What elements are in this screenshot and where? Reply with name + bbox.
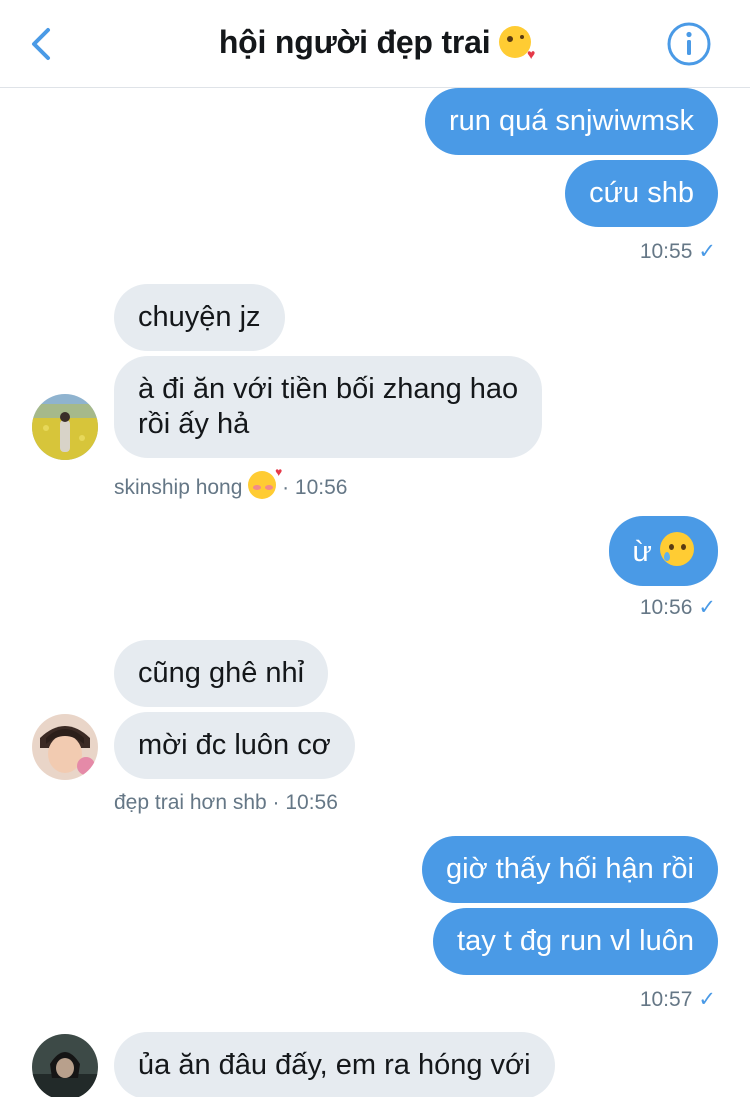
smiling-face-with-hearts-icon: [248, 465, 282, 499]
sender-avatar[interactable]: [32, 1034, 98, 1097]
read-check-icon: ✓: [698, 596, 716, 619]
message-bubble-outgoing[interactable]: cứu shb: [565, 160, 718, 227]
message-timestamp: 10:56 ✓: [640, 595, 716, 620]
timestamp-text: · 10:56: [282, 476, 348, 499]
read-check-icon: ✓: [698, 240, 716, 263]
message-line: à đi ăn với tiền bối zhang hao: [138, 373, 519, 405]
timestamp-text: 10:55: [639, 240, 693, 263]
message-bubble-incoming[interactable]: chuyện jz: [114, 284, 285, 351]
message-timestamp: 10:55 ✓: [640, 239, 716, 264]
conversation-title[interactable]: hội người đẹp trai: [0, 24, 750, 62]
timestamp-text: 10:57: [639, 988, 693, 1011]
message-sender-info: đẹp trai hơn shb · 10:56: [114, 791, 338, 815]
sender-avatar[interactable]: [32, 714, 98, 780]
message-bubble-incoming[interactable]: mời đc luôn cơ: [114, 712, 355, 779]
info-circle-icon: [667, 22, 711, 66]
sender-name: skinship hong: [114, 476, 243, 499]
message-bubble-outgoing[interactable]: run quá snjwiwmsk: [425, 88, 718, 155]
sender-avatar[interactable]: [32, 394, 98, 460]
avatar-photo-icon: [32, 714, 98, 780]
chat-header: hội người đẹp trai: [0, 0, 750, 88]
message-bubble-incoming[interactable]: ủa ăn đâu đấy, em ra hóng với: [114, 1032, 555, 1097]
avatar-photo-icon: [32, 394, 98, 460]
read-check-icon: ✓: [698, 988, 716, 1011]
kiss-emoji-icon: [499, 26, 535, 62]
info-button[interactable]: [666, 21, 712, 67]
message-bubble-outgoing[interactable]: ừ: [608, 516, 718, 586]
message-bubble-outgoing[interactable]: tay t đg run vl luôn: [433, 908, 718, 975]
sender-and-time: đẹp trai hơn shb · 10:56: [114, 791, 338, 814]
message-bubble-outgoing[interactable]: giờ thấy hối hận rồi: [422, 836, 718, 903]
crying-face-emoji-icon: [660, 532, 694, 566]
message-bubble-incoming[interactable]: cũng ghê nhỉ: [114, 640, 329, 707]
timestamp-text: 10:56: [639, 596, 693, 619]
conversation-title-text: hội người đẹp trai: [218, 24, 491, 60]
message-sender-info: skinship hong · 10:56: [114, 465, 348, 500]
message-bubble-incoming[interactable]: à đi ăn với tiền bối zhang hao rồi ấy hả: [114, 356, 543, 458]
message-timestamp: 10:57 ✓: [640, 987, 716, 1012]
avatar-photo-icon: [32, 1034, 98, 1097]
message-line: rồi ấy hả: [138, 408, 250, 440]
message-text: ừ: [632, 536, 652, 568]
